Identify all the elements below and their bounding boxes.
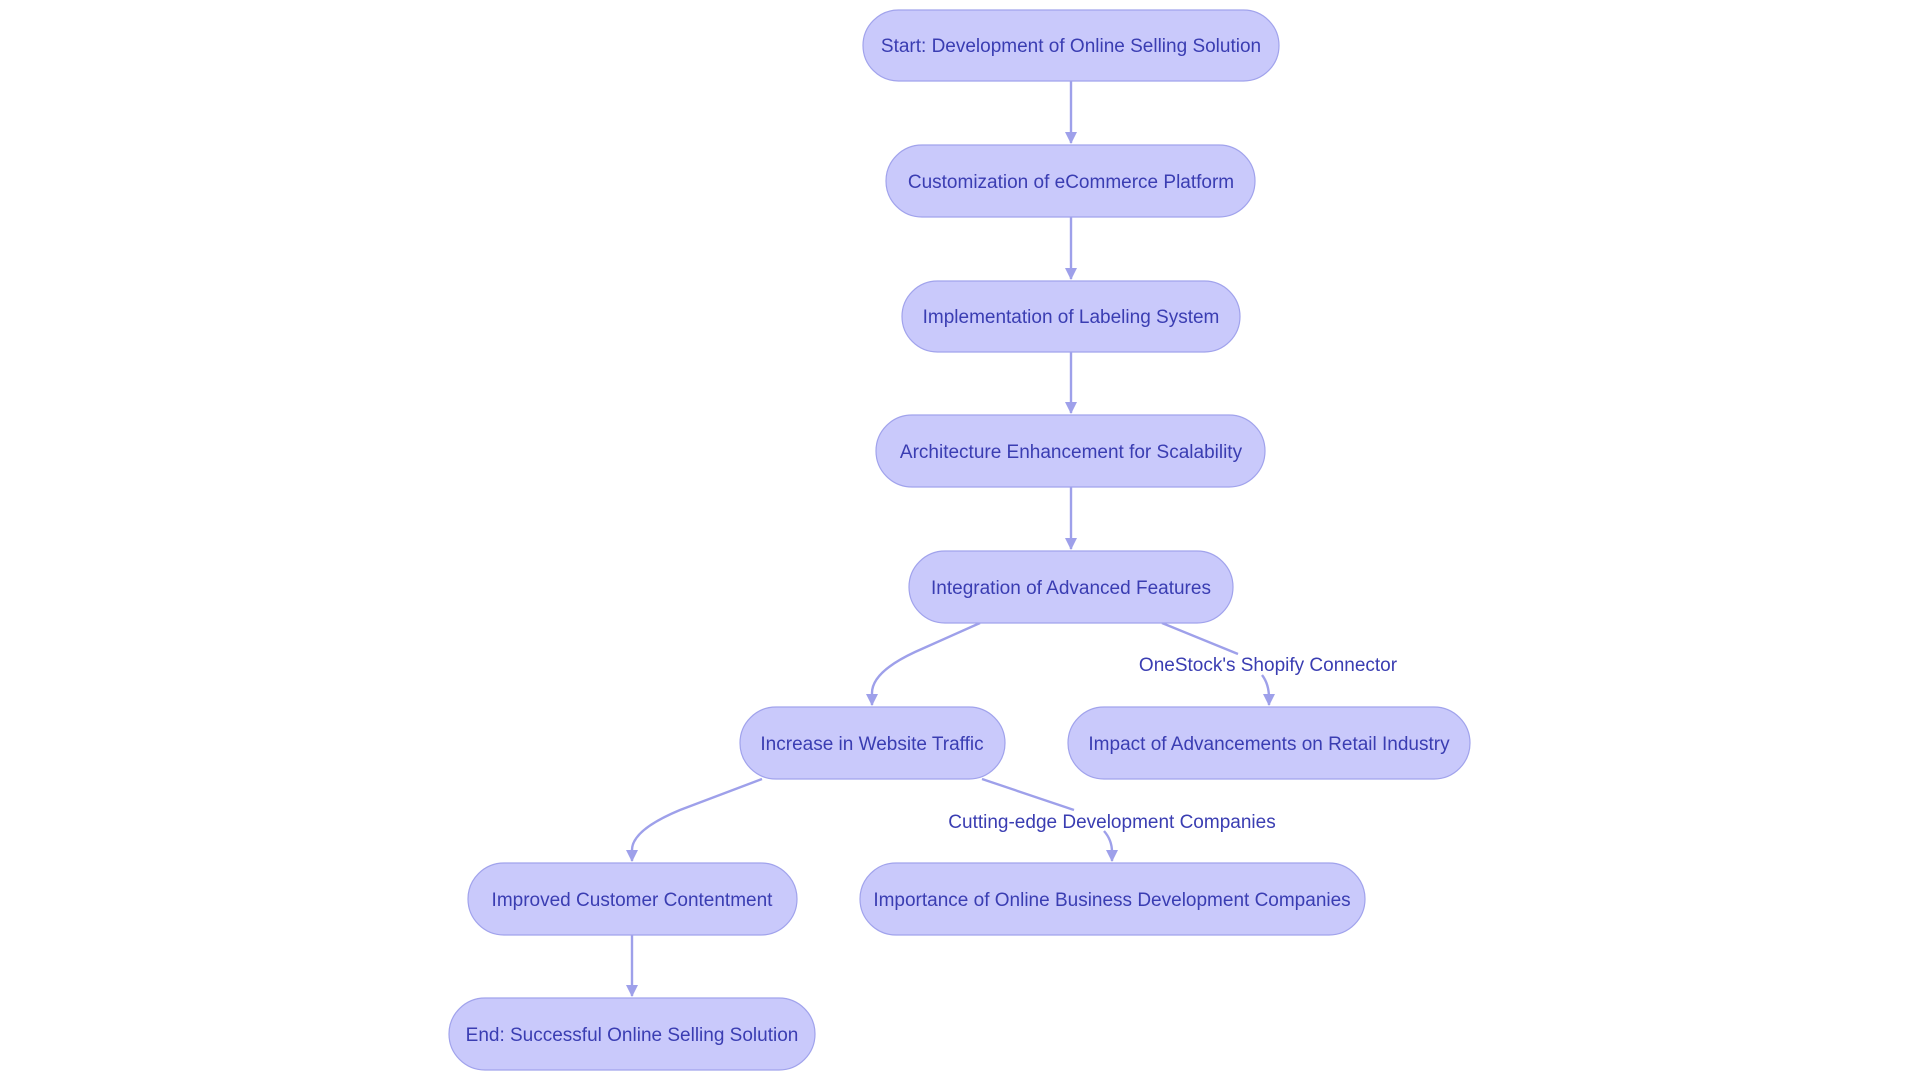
node-architecture-label: Architecture Enhancement for Scalability xyxy=(900,442,1243,463)
node-customization-label: Customization of eCommerce Platform xyxy=(908,172,1234,193)
edge-label-onestock-connector: OneStock's Shopify Connector xyxy=(1139,655,1398,676)
node-importance-label: Importance of Online Business Developmen… xyxy=(873,890,1350,911)
edge-traffic-to-contentment xyxy=(626,777,763,862)
node-impact[interactable]: Impact of Advancements on Retail Industr… xyxy=(1067,706,1471,780)
edge-label-cutting-edge-companies: Cutting-edge Development Companies xyxy=(948,812,1275,833)
node-labeling-label: Implementation of Labeling System xyxy=(923,307,1220,328)
edge-traffic-to-importance-b xyxy=(1103,830,1118,862)
node-start[interactable]: Start: Development of Online Selling Sol… xyxy=(862,9,1280,82)
node-end[interactable]: End: Successful Online Selling Solution xyxy=(448,997,816,1071)
edge-integration-to-impact-b xyxy=(1261,674,1275,706)
node-contentment[interactable]: Improved Customer Contentment xyxy=(467,862,798,936)
node-importance[interactable]: Importance of Online Business Developmen… xyxy=(859,862,1366,936)
node-start-label: Start: Development of Online Selling Sol… xyxy=(881,36,1261,57)
node-architecture[interactable]: Architecture Enhancement for Scalability xyxy=(875,414,1266,488)
node-contentment-label: Improved Customer Contentment xyxy=(492,890,774,911)
edges xyxy=(626,81,1275,997)
node-impact-label: Impact of Advancements on Retail Industr… xyxy=(1088,734,1450,755)
edge-integration-to-traffic xyxy=(866,621,981,706)
node-customization[interactable]: Customization of eCommerce Platform xyxy=(885,144,1256,218)
edge-integration-to-impact-a xyxy=(1161,621,1239,656)
node-traffic[interactable]: Increase in Website Traffic xyxy=(739,706,1006,780)
node-integration-label: Integration of Advanced Features xyxy=(931,578,1211,599)
node-traffic-label: Increase in Website Traffic xyxy=(760,734,983,755)
edge-traffic-to-importance-a xyxy=(981,777,1075,812)
node-integration[interactable]: Integration of Advanced Features xyxy=(908,550,1234,624)
node-end-label: End: Successful Online Selling Solution xyxy=(466,1025,799,1046)
flowchart-diagram: OneStock's Shopify Connector Cutting-edg… xyxy=(448,9,1471,1071)
node-labeling[interactable]: Implementation of Labeling System xyxy=(901,280,1241,353)
